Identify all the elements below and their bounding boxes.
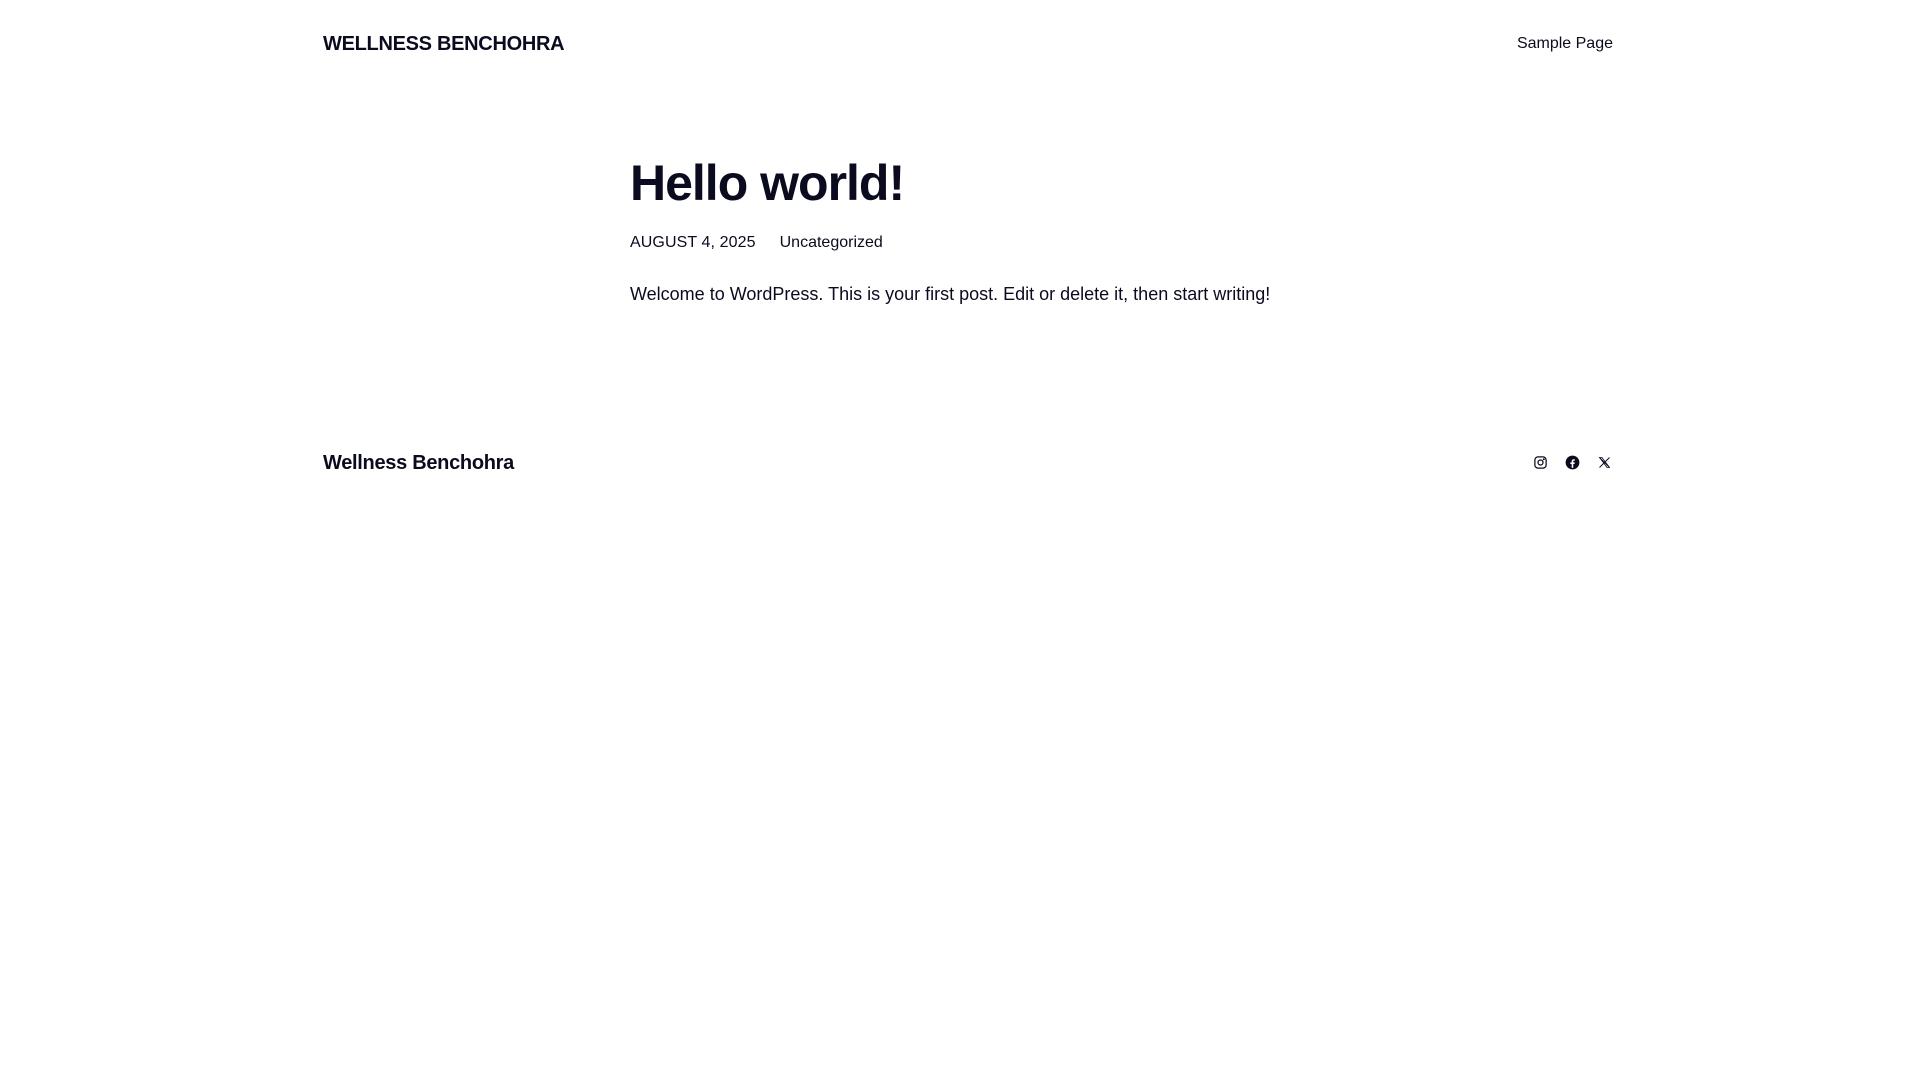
social-links xyxy=(1531,453,1613,471)
post-meta: AUGUST 4, 2025 Uncategorized xyxy=(630,233,1390,253)
page: WELLNESS BENCHOHRA Sample Page Hello wor… xyxy=(0,0,1920,1080)
nav-link-sample-page[interactable]: Sample Page xyxy=(1517,35,1613,53)
site-header: WELLNESS BENCHOHRA Sample Page xyxy=(0,0,1920,90)
instagram-icon[interactable] xyxy=(1531,453,1549,471)
post-category-link[interactable]: Uncategorized xyxy=(780,233,883,253)
facebook-icon[interactable] xyxy=(1563,453,1581,471)
post: Hello world! AUGUST 4, 2025 Uncategorize… xyxy=(630,150,1390,325)
footer-site-title-link[interactable]: Wellness Benchohra xyxy=(323,452,514,475)
site-title-link[interactable]: WELLNESS BENCHOHRA xyxy=(323,33,565,56)
post-title: Hello world! xyxy=(630,155,905,211)
post-content: Welcome to WordPress. This is your first… xyxy=(630,284,1271,304)
x-icon[interactable] xyxy=(1595,453,1613,471)
post-date: AUGUST 4, 2025 xyxy=(630,234,756,251)
site-footer: Wellness Benchohra xyxy=(0,440,1920,500)
